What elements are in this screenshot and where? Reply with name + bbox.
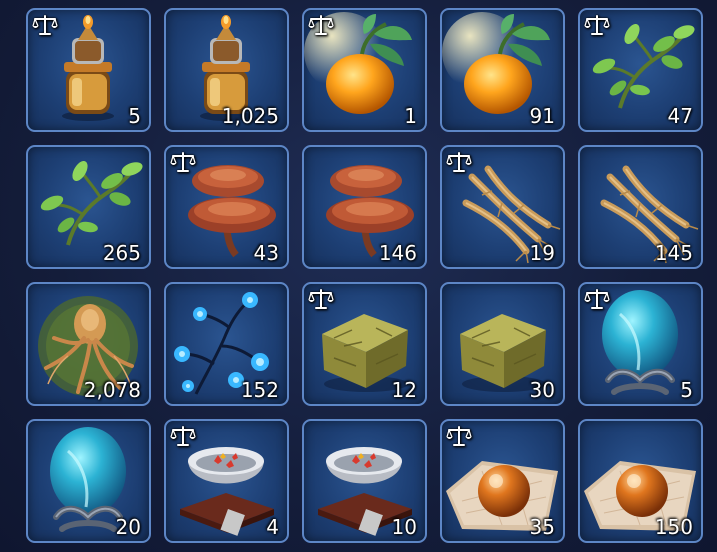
item-count: 91: [529, 104, 555, 128]
inventory-slot[interactable]: 1: [302, 8, 427, 132]
balance-scale-icon: [170, 150, 196, 174]
balance-scale-icon: [32, 13, 58, 37]
item-count: 146: [378, 241, 417, 265]
inventory-slot[interactable]: 265: [26, 145, 151, 269]
inventory-slot[interactable]: 30: [440, 282, 565, 406]
item-count: 4: [266, 515, 279, 539]
item-count: 47: [667, 104, 693, 128]
inventory-slot[interactable]: 1,025: [164, 8, 289, 132]
item-count: 1,025: [221, 104, 279, 128]
balance-scale-icon: [584, 287, 610, 311]
balance-scale-icon: [170, 424, 196, 448]
item-count: 1: [404, 104, 417, 128]
item-count: 145: [654, 241, 693, 265]
balance-scale-icon: [446, 150, 472, 174]
item-count: 19: [529, 241, 555, 265]
inventory-slot[interactable]: 10: [302, 419, 427, 543]
inventory-slot[interactable]: 150: [578, 419, 703, 543]
inventory-slot[interactable]: 2,078: [26, 282, 151, 406]
balance-scale-icon: [446, 424, 472, 448]
item-count: 43: [253, 241, 279, 265]
item-count: 20: [115, 515, 141, 539]
inventory-slot[interactable]: 146: [302, 145, 427, 269]
inventory-slot[interactable]: 152: [164, 282, 289, 406]
balance-scale-icon: [308, 13, 334, 37]
item-count: 35: [529, 515, 555, 539]
inventory-slot[interactable]: 20: [26, 419, 151, 543]
inventory-grid: 5 1,025 1 91 47 265 43 146 19 145 2,078 …: [0, 0, 717, 552]
item-count: 30: [529, 378, 555, 402]
inventory-slot[interactable]: 91: [440, 8, 565, 132]
item-count: 152: [240, 378, 279, 402]
item-count: 265: [102, 241, 141, 265]
balance-scale-icon: [308, 287, 334, 311]
inventory-slot[interactable]: 5: [26, 8, 151, 132]
inventory-slot[interactable]: 47: [578, 8, 703, 132]
inventory-slot[interactable]: 43: [164, 145, 289, 269]
item-count: 12: [391, 378, 417, 402]
balance-scale-icon: [584, 13, 610, 37]
inventory-slot[interactable]: 4: [164, 419, 289, 543]
inventory-slot[interactable]: 35: [440, 419, 565, 543]
inventory-slot[interactable]: 145: [578, 145, 703, 269]
item-count: 5: [680, 378, 693, 402]
item-count: 5: [128, 104, 141, 128]
item-count: 2,078: [83, 378, 141, 402]
inventory-slot[interactable]: 12: [302, 282, 427, 406]
inventory-slot[interactable]: 5: [578, 282, 703, 406]
item-count: 150: [654, 515, 693, 539]
item-count: 10: [391, 515, 417, 539]
inventory-slot[interactable]: 19: [440, 145, 565, 269]
